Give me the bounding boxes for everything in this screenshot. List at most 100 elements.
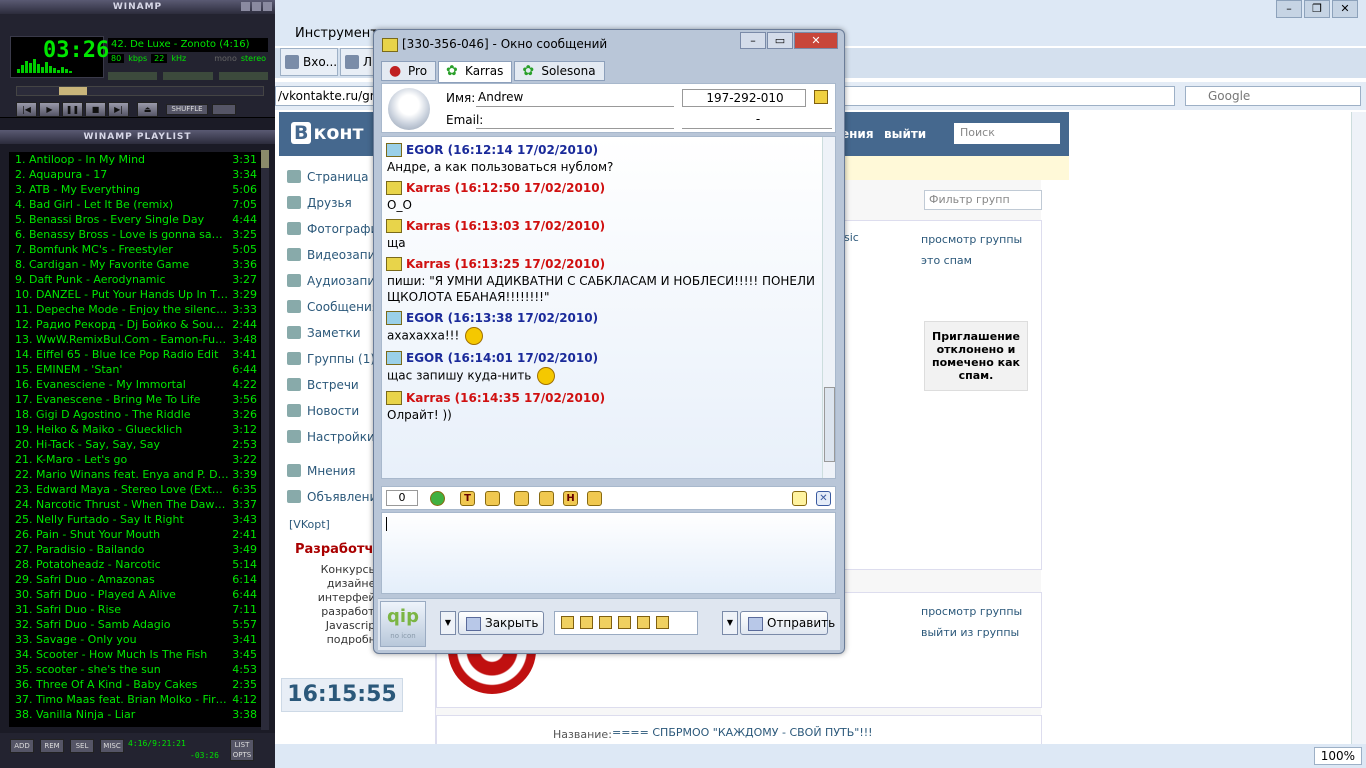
tab-karras[interactable]: Karras <box>438 61 513 83</box>
history-icon[interactable]: H <box>563 491 578 506</box>
maximize-icon[interactable]: ❐ <box>1304 0 1330 18</box>
eq-pl-toggles[interactable] <box>218 72 268 80</box>
playlist-item[interactable]: 33. Savage - Only you 3:41 <box>9 632 261 647</box>
maximize-icon[interactable]: ▭ <box>767 32 793 49</box>
contact-icon[interactable] <box>599 616 612 629</box>
n-icon[interactable] <box>656 616 669 629</box>
close-button[interactable]: Закрыть <box>458 611 544 635</box>
tab-solesona[interactable]: Solesona <box>514 61 605 81</box>
leave-group-link[interactable]: выйти из группы <box>921 626 1019 639</box>
volume-balance-sliders[interactable] <box>108 72 268 80</box>
shade-icon[interactable] <box>252 2 261 11</box>
group-filter-input[interactable]: Фильтр групп <box>924 190 1042 210</box>
group-name-value[interactable]: ==== СПБРМОО "КАЖДОМУ - СВОЙ ПУТЬ"!!! ==… <box>612 726 1041 744</box>
playlist-item[interactable]: 37. Timo Maas feat. Brian Molko - First … <box>9 692 261 707</box>
chat-history[interactable]: EGOR (16:12:14 17/02/2010) Андре, а как п… <box>381 136 836 479</box>
chat-scrollbar[interactable] <box>822 137 835 478</box>
page-scrollbar[interactable] <box>1351 112 1366 744</box>
list-icon[interactable] <box>580 616 593 629</box>
list-opts-button[interactable]: LIST OPTS <box>230 739 254 761</box>
playlist-item[interactable]: 19. Heiko & Maiko - Gluecklich 3:12 <box>9 422 261 437</box>
close-icon[interactable]: ✕ <box>794 32 838 49</box>
close-dropdown[interactable]: ▼ <box>440 611 456 635</box>
seek-bar[interactable] <box>16 86 264 96</box>
add-button[interactable]: ADD <box>10 739 34 753</box>
name-field[interactable]: Andrew <box>476 89 674 107</box>
spam-link[interactable]: это спам <box>921 254 972 267</box>
playlist-item[interactable]: 24. Narcotic Thrust - When The Dawn Br..… <box>9 497 261 512</box>
playlist-item[interactable]: 34. Scooter - How Much Is The Fish 3:45 <box>9 647 261 662</box>
email-extra-field[interactable]: - <box>682 111 832 129</box>
send-dropdown[interactable]: ▼ <box>722 611 738 635</box>
eject-icon[interactable]: ⏏ <box>137 102 158 117</box>
playlist-item[interactable]: 6. Benassy Bross - Love is gonna save us… <box>9 227 261 242</box>
smiley-icon[interactable] <box>430 491 445 506</box>
vk-search-input[interactable]: Поиск <box>954 123 1060 144</box>
next-icon[interactable]: ▶| <box>108 102 129 117</box>
playlist-item[interactable]: 28. Potatoheadz - Narcotic 5:14 <box>9 557 261 572</box>
email-field[interactable] <box>476 111 674 129</box>
playlist-item[interactable]: 21. K-Maro - Let's go 3:22 <box>9 452 261 467</box>
playlist-item[interactable]: 20. Hi-Tack - Say, Say, Say 2:53 <box>9 437 261 452</box>
rem-button[interactable]: REM <box>40 739 64 753</box>
close-tab-icon[interactable]: ✕ <box>816 491 831 506</box>
playlist-item[interactable]: 11. Depeche Mode - Enjoy the silence (Li… <box>9 302 261 317</box>
playlist-item[interactable]: 2. Aquapura - 17 3:34 <box>9 167 261 182</box>
playlist-item[interactable]: 38. Vanilla Ninja - Liar 3:38 <box>9 707 261 722</box>
playlist-item[interactable]: 31. Safri Duo - Rise 7:11 <box>9 602 261 617</box>
playlist-item[interactable]: 5. Benassi Bros - Every Single Day 4:44 <box>9 212 261 227</box>
playlist-item[interactable]: 32. Safri Duo - Samb Adagio 5:57 <box>9 617 261 632</box>
playlist-item[interactable]: 8. Cardigan - My Favorite Game 3:36 <box>9 257 261 272</box>
playlist-item[interactable]: 1. Antiloop - In My Mind 3:31 <box>9 152 261 167</box>
search-field[interactable]: Google <box>1185 86 1361 106</box>
balance-slider[interactable] <box>163 72 213 80</box>
playlist-item[interactable]: 7. Bomfunk MC's - Freestyler 5:05 <box>9 242 261 257</box>
playlist-item[interactable]: 25. Nelly Furtado - Say It Right 3:43 <box>9 512 261 527</box>
playlist-item[interactable]: 3. ATB - My Everything 5:06 <box>9 182 261 197</box>
playlist-scroll-thumb[interactable] <box>261 150 269 168</box>
visualizer[interactable] <box>17 57 72 73</box>
playlist-scrollbar[interactable] <box>261 150 269 730</box>
playlist-item[interactable]: 9. Daft Punk - Aerodynamic 3:27 <box>9 272 261 287</box>
playlist-item[interactable]: 27. Paradisio - Bailando 3:49 <box>9 542 261 557</box>
send-button[interactable]: Отправить <box>740 611 835 635</box>
playlist-item[interactable]: 17. Evanescene - Bring Me To Life 3:56 <box>9 392 261 407</box>
search-icon[interactable] <box>587 491 602 506</box>
seek-handle[interactable] <box>59 87 87 95</box>
playlist-item[interactable]: 14. Eiffel 65 - Blue Ice Pop Radio Edit 3… <box>9 347 261 362</box>
view-group-link-2[interactable]: просмотр группы <box>921 605 1022 618</box>
misc-button[interactable]: MISC <box>100 739 124 753</box>
vk-exit-link[interactable]: выйти <box>884 127 926 141</box>
close-icon[interactable]: ✕ <box>1332 0 1358 18</box>
chat-scroll-thumb[interactable] <box>824 387 835 462</box>
view-group-link[interactable]: просмотр группы <box>921 233 1022 246</box>
font-icon[interactable]: T <box>460 491 475 506</box>
note-icon[interactable] <box>792 491 807 506</box>
vkopt-link[interactable]: [VKopt] <box>289 518 330 531</box>
playlist-item[interactable]: 26. Pain - Shut Your Mouth 2:41 <box>9 527 261 542</box>
playlist[interactable]: 1. Antiloop - In My Mind 3:31 2. Aquapura … <box>9 152 261 727</box>
minimize-icon[interactable]: – <box>740 32 766 49</box>
tab-pro[interactable]: Pro <box>381 61 437 81</box>
color-icon[interactable] <box>485 491 500 506</box>
minimize-icon[interactable]: – <box>1276 0 1302 18</box>
sel-button[interactable]: SEL <box>70 739 94 753</box>
playlist-item[interactable]: 30. Safri Duo - Played A Alive 6:44 <box>9 587 261 602</box>
contact-avatar[interactable] <box>388 88 430 130</box>
stop-icon[interactable]: ■ <box>85 102 106 117</box>
uin-field[interactable]: 197-292-010 <box>682 89 806 107</box>
browser-tab[interactable]: Вхо... <box>280 48 338 76</box>
plugin-icon[interactable] <box>618 616 631 629</box>
repeat-button[interactable] <box>212 104 236 115</box>
playlist-item[interactable]: 23. Edward Maya - Stereo Love (Extende..… <box>9 482 261 497</box>
playlist-item[interactable]: 16. Evanesciene - My Immortal 4:22 <box>9 377 261 392</box>
playlist-item[interactable]: 13. WwW.RemixBul.Com - Eamon-Fuckit. 3:48 <box>9 332 261 347</box>
prev-icon[interactable]: |◀ <box>16 102 37 117</box>
close-icon[interactable] <box>263 2 272 11</box>
volume-slider[interactable] <box>108 72 158 80</box>
vk-nav-link[interactable]: ения <box>841 127 874 141</box>
playlist-item[interactable]: 35. scooter - she's the sun 4:53 <box>9 662 261 677</box>
vk-logo[interactable]: Вконт <box>291 122 364 144</box>
playlist-item[interactable]: 22. Mario Winans feat. Enya and P. Dadd.… <box>9 467 261 482</box>
quote-icon[interactable] <box>561 616 574 629</box>
